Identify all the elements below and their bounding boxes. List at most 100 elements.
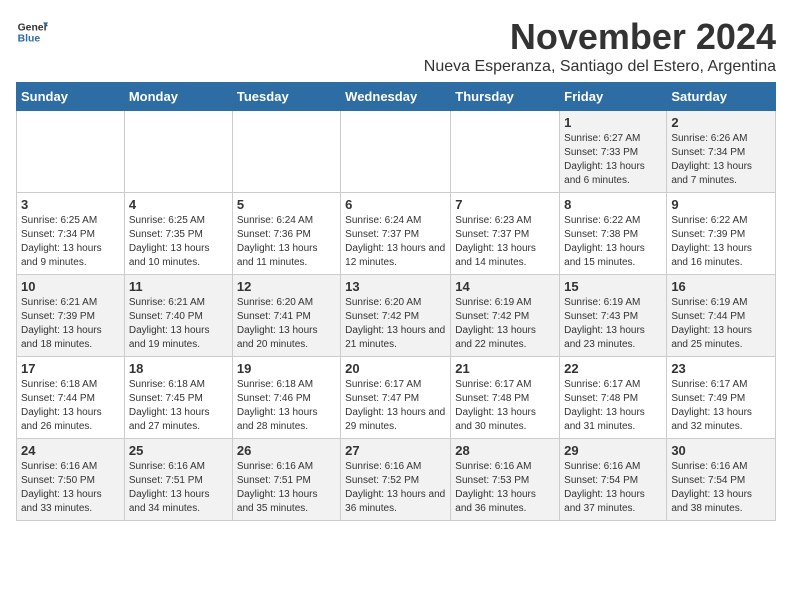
day-info: Sunrise: 6:16 AM Sunset: 7:54 PM Dayligh…: [671, 460, 771, 516]
day-number: 4: [129, 197, 228, 212]
day-info: Sunrise: 6:16 AM Sunset: 7:54 PM Dayligh…: [564, 460, 662, 516]
calendar-cell: 17 Sunrise: 6:18 AM Sunset: 7:44 PM Dayli…: [17, 357, 125, 439]
logo-icon: General Blue: [16, 16, 48, 48]
calendar-cell: 4 Sunrise: 6:25 AM Sunset: 7:35 PM Daylig…: [124, 193, 232, 275]
calendar-table: SundayMondayTuesdayWednesdayThursdayFrid…: [16, 82, 776, 521]
day-number: 15: [564, 279, 662, 294]
day-info: Sunrise: 6:22 AM Sunset: 7:39 PM Dayligh…: [671, 214, 771, 270]
day-number: 14: [455, 279, 555, 294]
calendar-cell: 20Sunrise: 6:17 AM Sunset: 7:47 PM Dayli…: [341, 357, 451, 439]
day-number: 11: [129, 279, 228, 294]
day-number: 17: [21, 361, 120, 376]
title-area: November 2024 Nueva Esperanza, Santiago …: [424, 16, 776, 76]
calendar-cell: [232, 111, 340, 193]
day-number: 1: [564, 115, 662, 130]
day-of-week-header: Thursday: [451, 83, 560, 111]
day-number: 25: [129, 443, 228, 458]
calendar-cell: 25 Sunrise: 6:16 AM Sunset: 7:51 PM Dayli…: [124, 439, 232, 521]
day-info: Sunrise: 6:21 AM Sunset: 7:40 PM Dayligh…: [129, 296, 228, 352]
calendar-cell: [341, 111, 451, 193]
calendar-week-row: 3 Sunrise: 6:25 AM Sunset: 7:34 PM Daylig…: [17, 193, 776, 275]
day-info: Sunrise: 6:18 AM Sunset: 7:44 PM Dayligh…: [21, 378, 120, 434]
day-of-week-header: Sunday: [17, 83, 125, 111]
logo: General Blue: [16, 16, 48, 48]
day-info: Sunrise: 6:17 AM Sunset: 7:49 PM Dayligh…: [671, 378, 771, 434]
day-info: Sunrise: 6:20 AM Sunset: 7:42 PM Dayligh…: [345, 296, 446, 352]
calendar-cell: 3 Sunrise: 6:25 AM Sunset: 7:34 PM Daylig…: [17, 193, 125, 275]
day-info: Sunrise: 6:16 AM Sunset: 7:51 PM Dayligh…: [237, 460, 336, 516]
calendar-cell: 26 Sunrise: 6:16 AM Sunset: 7:51 PM Dayli…: [232, 439, 340, 521]
calendar-week-row: 1 Sunrise: 6:27 AM Sunset: 7:33 PM Daylig…: [17, 111, 776, 193]
day-info: Sunrise: 6:17 AM Sunset: 7:48 PM Dayligh…: [455, 378, 555, 434]
calendar-cell: 21 Sunrise: 6:17 AM Sunset: 7:48 PM Dayli…: [451, 357, 560, 439]
day-number: 10: [21, 279, 120, 294]
calendar-cell: 24 Sunrise: 6:16 AM Sunset: 7:50 PM Dayli…: [17, 439, 125, 521]
day-number: 2: [671, 115, 771, 130]
calendar-cell: 27 Sunrise: 6:16 AM Sunset: 7:52 PM Dayli…: [341, 439, 451, 521]
calendar-cell: 13Sunrise: 6:20 AM Sunset: 7:42 PM Dayli…: [341, 275, 451, 357]
day-info: Sunrise: 6:21 AM Sunset: 7:39 PM Dayligh…: [21, 296, 120, 352]
calendar-cell: 30 Sunrise: 6:16 AM Sunset: 7:54 PM Dayli…: [667, 439, 776, 521]
day-of-week-header: Saturday: [667, 83, 776, 111]
day-number: 22: [564, 361, 662, 376]
day-info: Sunrise: 6:16 AM Sunset: 7:50 PM Dayligh…: [21, 460, 120, 516]
calendar-cell: 23 Sunrise: 6:17 AM Sunset: 7:49 PM Dayli…: [667, 357, 776, 439]
day-info: Sunrise: 6:16 AM Sunset: 7:52 PM Dayligh…: [345, 460, 446, 516]
day-number: 12: [237, 279, 336, 294]
day-number: 24: [21, 443, 120, 458]
day-number: 20: [345, 361, 446, 376]
page-header: General Blue November 2024 Nueva Esperan…: [16, 16, 776, 76]
day-info: Sunrise: 6:18 AM Sunset: 7:46 PM Dayligh…: [237, 378, 336, 434]
day-number: 29: [564, 443, 662, 458]
day-info: Sunrise: 6:16 AM Sunset: 7:51 PM Dayligh…: [129, 460, 228, 516]
day-number: 18: [129, 361, 228, 376]
day-number: 19: [237, 361, 336, 376]
calendar-cell: 28 Sunrise: 6:16 AM Sunset: 7:53 PM Dayli…: [451, 439, 560, 521]
day-info: Sunrise: 6:19 AM Sunset: 7:42 PM Dayligh…: [455, 296, 555, 352]
calendar-cell: [124, 111, 232, 193]
calendar-cell: 6 Sunrise: 6:24 AM Sunset: 7:37 PM Daylig…: [341, 193, 451, 275]
day-info: Sunrise: 6:24 AM Sunset: 7:37 PM Dayligh…: [345, 214, 446, 270]
day-info: Sunrise: 6:23 AM Sunset: 7:37 PM Dayligh…: [455, 214, 555, 270]
svg-text:General: General: [18, 22, 48, 33]
calendar-cell: 19 Sunrise: 6:18 AM Sunset: 7:46 PM Dayli…: [232, 357, 340, 439]
day-number: 5: [237, 197, 336, 212]
day-number: 21: [455, 361, 555, 376]
calendar-cell: 5 Sunrise: 6:24 AM Sunset: 7:36 PM Daylig…: [232, 193, 340, 275]
calendar-cell: 10 Sunrise: 6:21 AM Sunset: 7:39 PM Dayli…: [17, 275, 125, 357]
day-number: 27: [345, 443, 446, 458]
calendar-cell: 2Sunrise: 6:26 AM Sunset: 7:34 PM Daylig…: [667, 111, 776, 193]
day-info: Sunrise: 6:22 AM Sunset: 7:38 PM Dayligh…: [564, 214, 662, 270]
calendar-cell: 11 Sunrise: 6:21 AM Sunset: 7:40 PM Dayli…: [124, 275, 232, 357]
calendar-cell: 1 Sunrise: 6:27 AM Sunset: 7:33 PM Daylig…: [560, 111, 667, 193]
day-of-week-header: Monday: [124, 83, 232, 111]
day-number: 23: [671, 361, 771, 376]
calendar-week-row: 17 Sunrise: 6:18 AM Sunset: 7:44 PM Dayli…: [17, 357, 776, 439]
location-title: Nueva Esperanza, Santiago del Estero, Ar…: [424, 58, 776, 76]
day-of-week-header: Friday: [560, 83, 667, 111]
month-title: November 2024: [424, 16, 776, 58]
calendar-cell: 9Sunrise: 6:22 AM Sunset: 7:39 PM Daylig…: [667, 193, 776, 275]
calendar-cell: 15Sunrise: 6:19 AM Sunset: 7:43 PM Dayli…: [560, 275, 667, 357]
svg-text:Blue: Blue: [18, 34, 41, 45]
calendar-header-row: SundayMondayTuesdayWednesdayThursdayFrid…: [17, 83, 776, 111]
calendar-cell: 12Sunrise: 6:20 AM Sunset: 7:41 PM Dayli…: [232, 275, 340, 357]
day-info: Sunrise: 6:27 AM Sunset: 7:33 PM Dayligh…: [564, 132, 662, 188]
day-info: Sunrise: 6:25 AM Sunset: 7:35 PM Dayligh…: [129, 214, 228, 270]
day-number: 30: [671, 443, 771, 458]
day-info: Sunrise: 6:16 AM Sunset: 7:53 PM Dayligh…: [455, 460, 555, 516]
day-info: Sunrise: 6:25 AM Sunset: 7:34 PM Dayligh…: [21, 214, 120, 270]
calendar-week-row: 10 Sunrise: 6:21 AM Sunset: 7:39 PM Dayli…: [17, 275, 776, 357]
day-number: 3: [21, 197, 120, 212]
day-info: Sunrise: 6:24 AM Sunset: 7:36 PM Dayligh…: [237, 214, 336, 270]
day-number: 26: [237, 443, 336, 458]
calendar-cell: 8Sunrise: 6:22 AM Sunset: 7:38 PM Daylig…: [560, 193, 667, 275]
calendar-cell: 16Sunrise: 6:19 AM Sunset: 7:44 PM Dayli…: [667, 275, 776, 357]
day-number: 6: [345, 197, 446, 212]
calendar-cell: [451, 111, 560, 193]
day-number: 28: [455, 443, 555, 458]
calendar-cell: [17, 111, 125, 193]
calendar-cell: 18 Sunrise: 6:18 AM Sunset: 7:45 PM Dayli…: [124, 357, 232, 439]
day-info: Sunrise: 6:18 AM Sunset: 7:45 PM Dayligh…: [129, 378, 228, 434]
calendar-week-row: 24 Sunrise: 6:16 AM Sunset: 7:50 PM Dayli…: [17, 439, 776, 521]
